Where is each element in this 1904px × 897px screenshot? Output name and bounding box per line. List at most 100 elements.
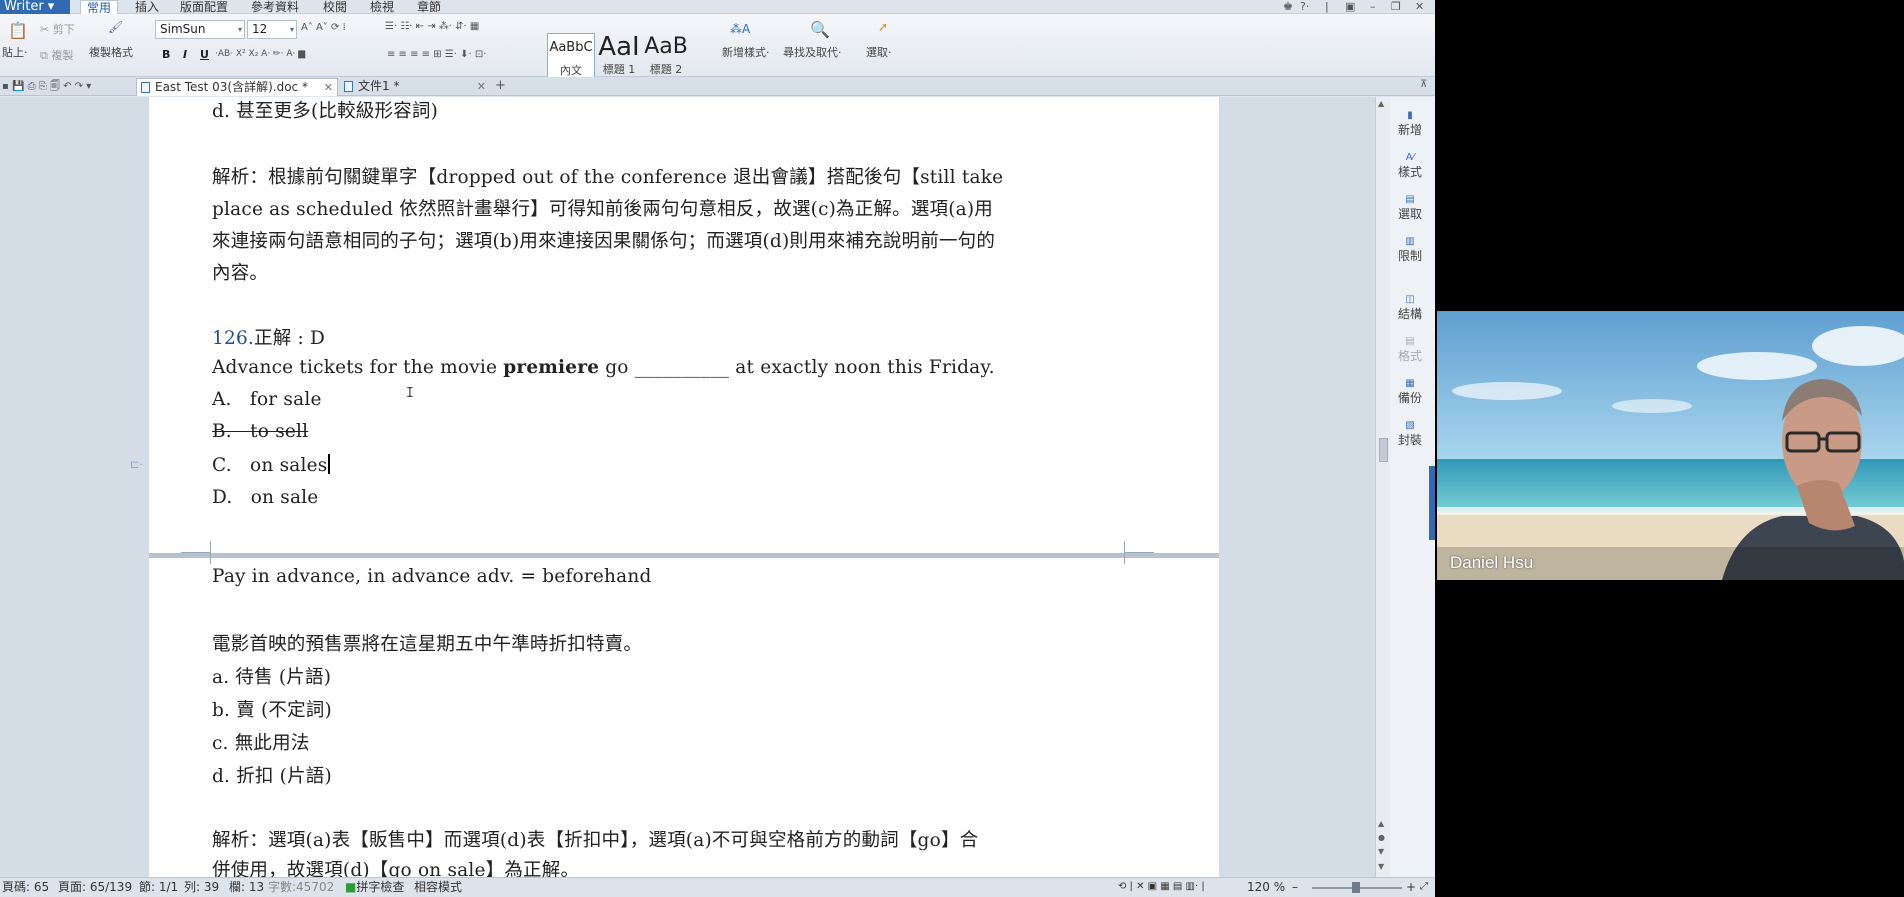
underline-button[interactable]: U [200,48,209,61]
menu-insert[interactable]: 插入 [135,0,159,14]
taskpane-format[interactable]: ▤ 格式 [1390,335,1430,363]
tab-close-icon[interactable]: ✕ [477,78,486,95]
menu-sections[interactable]: 章節 [417,0,441,14]
cut-button[interactable]: ✂ 剪下 [40,21,75,37]
question-header: 126.正解 : D [212,324,325,350]
select-icon: ▤ [1405,194,1415,205]
tab-close-icon[interactable]: ✕ [324,79,333,96]
document-icon [141,82,150,93]
taskpane-package[interactable]: ▧ 封裝 [1390,419,1430,447]
format-painter-button[interactable]: 複製格式 [89,44,133,60]
backup-icon: ▦ [1405,378,1415,389]
list-icons[interactable]: ☰· ☷· ⇤ ⇥ ⁂· ⇵· ▦ [385,21,479,32]
status-column: 列: 39 [184,880,220,894]
explanation-line: b. 賣 (不定詞) [212,700,332,721]
grow-font-icon[interactable]: A˄ A˅ ⟳ ⁞ [301,22,346,33]
find-icon[interactable]: 🔍 [810,20,830,39]
style-heading-1[interactable]: AaI 標題 1 [596,33,642,81]
restore-icon[interactable]: ❐ [1391,0,1401,13]
status-page-count: 頁面: 65/139 [58,880,133,894]
option-b: B. to sell [212,421,309,442]
menu-review[interactable]: 校閱 [323,0,347,14]
menu-layout[interactable]: 版面配置 [180,0,228,14]
restrict-icon: ▥ [1405,236,1415,247]
scroll-up-icon[interactable]: ▲ [1378,99,1384,108]
italic-button[interactable]: I [183,48,187,61]
document-icon [344,81,353,92]
taskpane-styles[interactable]: A⁄ 樣式 [1390,151,1430,179]
paragraph-mark-icon: ⊏· [130,458,143,471]
skin-icon[interactable]: ♚ [1283,0,1293,13]
align-icons[interactable]: ≡ ≡ ≡ ≡ ⊞ ☰· ⬇· ⊡· [387,49,486,60]
close-icon[interactable]: ✕ [1415,0,1424,13]
page-66[interactable]: Pay in advance, in advance adv. = before… [149,552,1219,877]
document-area[interactable]: d. 甚至更多(比較級形容詞) 解析：根據前句關鍵單字【dropped out … [0,97,1375,877]
new-style-button[interactable]: 新增樣式· [722,44,770,60]
structure-icon: ◫ [1405,294,1415,305]
view-mode-icons[interactable]: ⟲ | ✕ ▣ ▦ ▤ ▥· | [1118,878,1205,896]
zoom-level[interactable]: 120 % [1247,878,1285,896]
quick-access-icons[interactable]: ▪ 💾 ⎙ ⎘ 🗐 ↶ ↷ ▾ [2,79,91,96]
minimize-icon[interactable]: – [1370,0,1376,13]
select-button[interactable]: 選取· [866,44,892,60]
status-word-count[interactable]: 字數:45702 [268,878,334,896]
select-browse-icon[interactable]: ● [1378,833,1385,842]
style-normal[interactable]: AaBbC 內文 [547,33,595,81]
new-tab-icon[interactable]: + [495,78,506,93]
format-painter-icon[interactable]: 🖌 [108,20,123,34]
options-icon[interactable]: | [1325,0,1329,13]
status-spell-check[interactable]: ■拼字檢查 [345,878,404,896]
page-65[interactable]: d. 甚至更多(比較級形容詞) 解析：根據前句關鍵單字【dropped out … [149,97,1219,553]
screen: Writer ▾ 常用 插入 版面配置 參考資料 校閱 檢視 章節 ♚ ?· |… [0,0,1904,897]
status-section: 節: 1/1 [139,880,179,894]
explanation-line: d. 折扣 (片語) [212,766,332,787]
taskpane-restrict[interactable]: ▥ 限制 [1390,235,1430,263]
page-corner-mark [1124,552,1154,564]
zoom-out-icon[interactable]: – [1292,878,1298,896]
scrollbar-thumb[interactable] [1379,438,1388,462]
select-arrow-icon[interactable]: ➚ [878,20,888,34]
font-name-combo[interactable]: SimSun ▾ [155,20,245,39]
status-row: 欄: 13 [229,880,265,894]
paste-button[interactable]: 貼上· [2,44,28,60]
style-heading-2[interactable]: AaB 標題 2 [643,33,689,81]
tab-east-test[interactable]: East Test 03(含詳解).doc * ✕ [136,78,338,96]
analysis-line: 併使用，故選項(d)【go on sale】為正解。 [212,860,580,877]
ribbon-toolbar: 📋 貼上· ✂ 剪下 ⧉ 複製 🖌 複製格式 SimSun ▾ 12 ▾ A˄ A˅… [0,14,1435,81]
participant-name: Daniel Hsu [1450,553,1534,572]
menu-home[interactable]: 常用 [80,0,119,15]
taskpane-new[interactable]: ▮ 新增 [1390,109,1430,137]
option-c: C. on sales [212,454,331,476]
taskpane-structure[interactable]: ◫ 結構 [1390,293,1430,321]
menu-bar: Writer ▾ 常用 插入 版面配置 參考資料 校閱 檢視 章節 ♚ ?· |… [0,0,1435,15]
copy-button[interactable]: ⧉ 複製 [40,47,73,63]
taskpane-backup[interactable]: ▦ 備份 [1390,377,1430,405]
new-style-icon[interactable]: ⁂A [730,22,750,36]
zoom-in-icon[interactable]: + [1406,878,1416,896]
help-icon[interactable]: ?· [1300,0,1309,13]
vertical-scrollbar[interactable]: ▲ ▲ ● ▼ ▼ [1375,97,1390,877]
font-effects-icon[interactable]: ·AB· X² X₂ A· ✏· A· ▆ [215,49,305,59]
menu-references[interactable]: 參考資料 [251,0,299,14]
tab-menu-icon[interactable]: ⊼ [1420,79,1427,90]
font-size-combo[interactable]: 12 ▾ [247,20,297,39]
fit-page-icon[interactable]: ⤢ [1420,878,1428,896]
ribbon-toggle-icon[interactable]: ▣ [1345,0,1355,13]
analysis-line: 來連接兩句語意相同的子句；選項(b)用來連接因果關係句；而選項(d)則用來補充說… [212,231,996,252]
previous-page-icon[interactable]: ▲ [1378,819,1384,828]
taskpane-select[interactable]: ▤ 選取 [1390,193,1430,221]
bold-button[interactable]: B [162,48,170,61]
taskpane-expand-handle[interactable] [1429,466,1435,540]
beach-background-image [1437,311,1904,580]
zoom-slider-knob[interactable] [1352,882,1360,893]
find-replace-button[interactable]: 尋找及取代· [783,44,842,60]
paste-icon[interactable]: 📋 [8,21,28,40]
menu-view[interactable]: 檢視 [370,0,394,14]
document-tab-bar: ▪ 💾 ⎙ ⎘ 🗐 ↶ ↷ ▾ East Test 03(含詳解).doc * … [0,77,1435,96]
styles-icon: A⁄ [1405,152,1415,163]
participant-video-tile[interactable]: Daniel Hsu [1437,311,1904,580]
next-page-icon[interactable]: ▼ [1378,847,1384,856]
scroll-down-icon[interactable]: ▼ [1378,862,1384,871]
app-menu-button[interactable]: Writer ▾ [0,0,70,14]
tab-document-1[interactable]: 文件1 * ✕ [340,78,490,96]
